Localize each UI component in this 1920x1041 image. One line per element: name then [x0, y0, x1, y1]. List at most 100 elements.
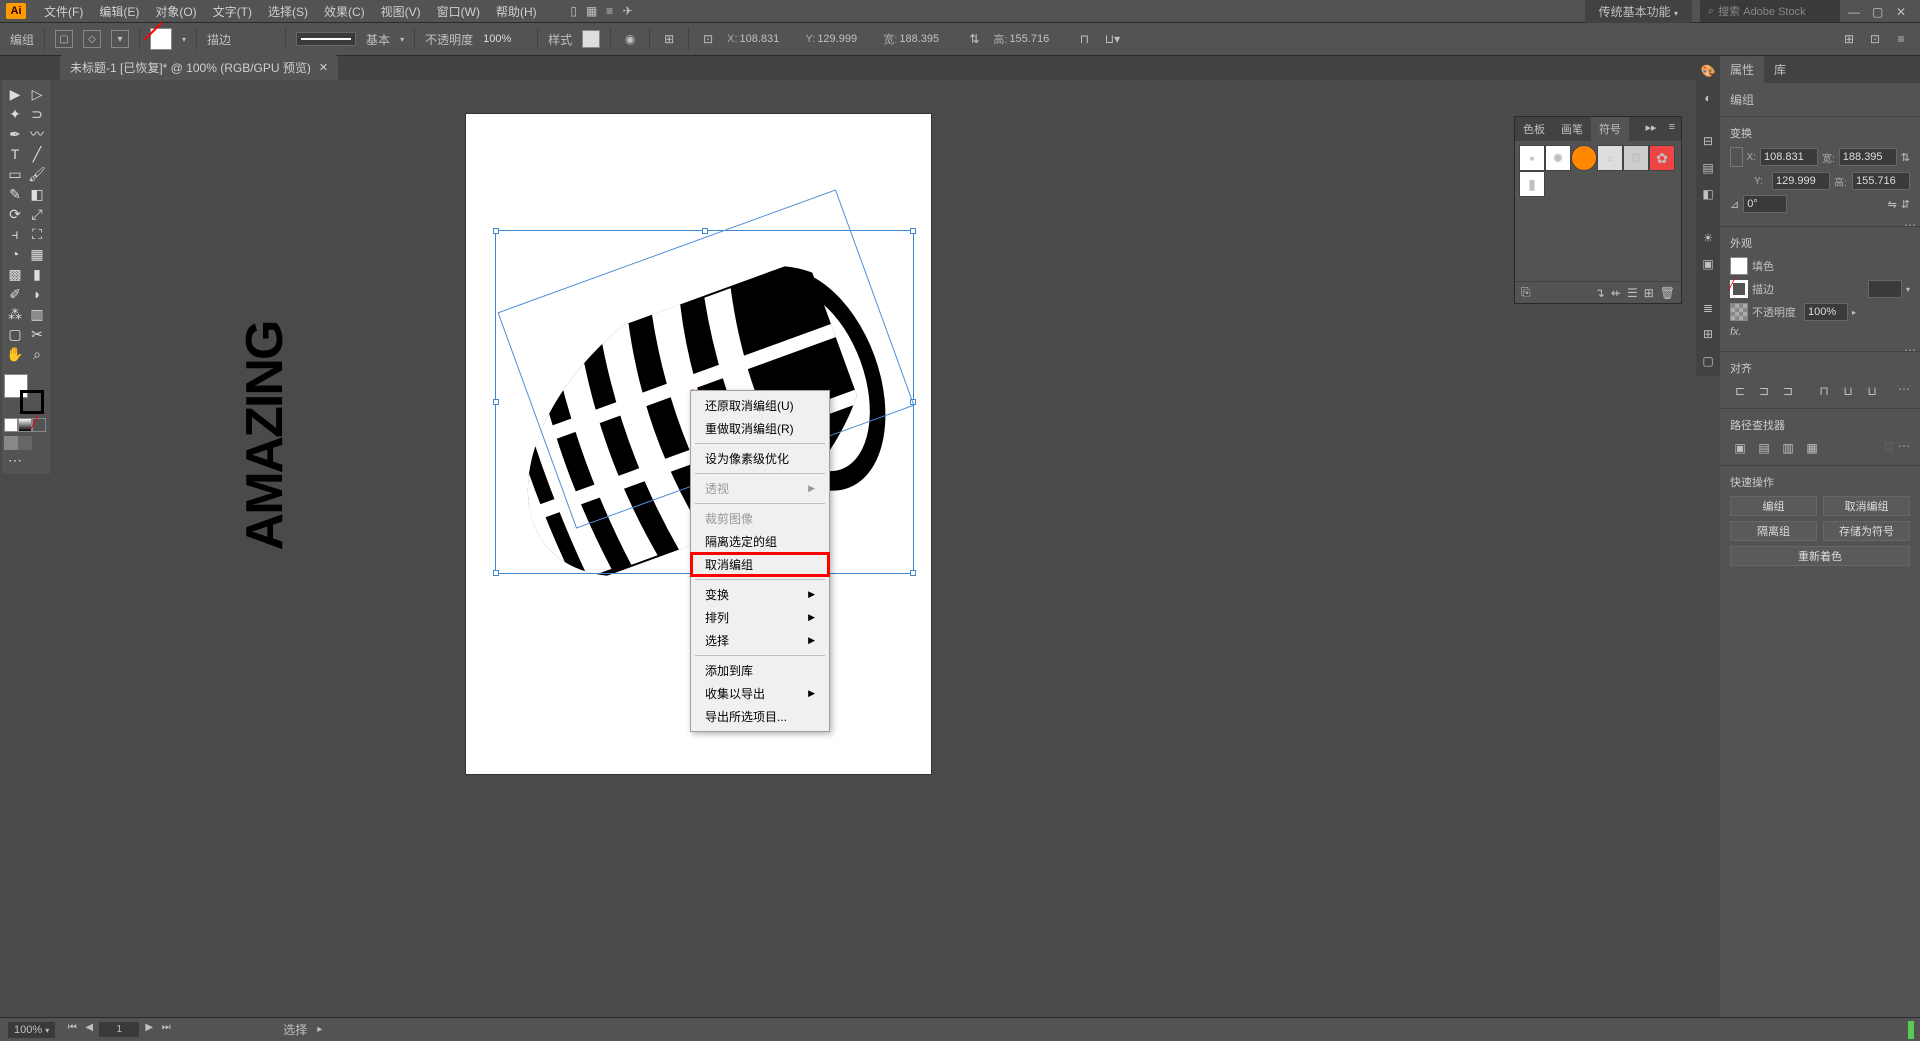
- menu-effect[interactable]: 效果(C): [316, 3, 373, 20]
- width-tool[interactable]: ⫞: [4, 224, 26, 244]
- document-tab[interactable]: 未标题-1 [已恢复]* @ 100% (RGB/GPU 预览) ✕: [60, 55, 338, 80]
- stroke-color-swatch[interactable]: ╱: [1730, 280, 1748, 298]
- more-options-icon[interactable]: ⋯: [1898, 439, 1910, 457]
- close-window-button[interactable]: ✕: [1896, 5, 1912, 17]
- menu-select[interactable]: 选择(S): [260, 3, 316, 20]
- break-link-icon[interactable]: ⇷: [1611, 286, 1621, 300]
- flip-v-icon[interactable]: ⇵: [1901, 198, 1910, 211]
- eraser-tool[interactable]: ◧: [26, 184, 48, 204]
- prop-x-input[interactable]: [1760, 148, 1818, 166]
- rotate-tool[interactable]: ⟳: [4, 204, 26, 224]
- search-stock-input[interactable]: ⌕搜索 Adobe Stock: [1700, 0, 1840, 22]
- stroke-weight-input[interactable]: [241, 30, 275, 48]
- pathfinder-minus-icon[interactable]: ▤: [1754, 439, 1774, 457]
- cm-ungroup[interactable]: 取消编组: [691, 553, 829, 576]
- tab-swatches[interactable]: 色板: [1515, 117, 1553, 141]
- opacity-input[interactable]: [483, 30, 527, 48]
- cm-arrange[interactable]: 排列▶: [691, 606, 829, 629]
- stroke-preset-label[interactable]: 基本: [366, 31, 390, 48]
- artboard-tool[interactable]: ▢: [4, 324, 26, 344]
- more-options-icon[interactable]: ⋯: [1898, 382, 1910, 400]
- transform-anchor-icon[interactable]: ⊡: [699, 30, 717, 48]
- align-right-icon[interactable]: ⊐: [1778, 382, 1798, 400]
- reference-point-icon[interactable]: [1730, 147, 1743, 167]
- align-bottom-icon[interactable]: ⊔: [1862, 382, 1882, 400]
- panel-menu-icon[interactable]: ≡: [1663, 117, 1681, 141]
- ungroup-button[interactable]: 取消编组: [1823, 496, 1910, 516]
- symbol-libraries-icon[interactable]: ⎘: [1521, 285, 1531, 300]
- hand-tool[interactable]: ✋: [4, 344, 26, 364]
- edit-contents-icon[interactable]: ◇: [83, 30, 101, 48]
- edit-toolbar-icon[interactable]: ⋯: [4, 450, 26, 470]
- slice-tool[interactable]: ✂: [26, 324, 48, 344]
- link-wh-icon[interactable]: ⇅: [1901, 151, 1910, 164]
- align-panel-icon[interactable]: ⊞: [660, 30, 678, 48]
- eyedropper-tool[interactable]: ✐: [4, 284, 26, 304]
- maximize-button[interactable]: ▢: [1872, 5, 1888, 17]
- magic-wand-tool[interactable]: ✦: [4, 104, 26, 124]
- fill-color-swatch[interactable]: [1730, 257, 1748, 275]
- cm-pixel-perfect[interactable]: 设为像素级优化: [691, 447, 829, 470]
- share-icon[interactable]: ✈: [619, 2, 637, 20]
- cm-redo-ungroup[interactable]: 重做取消编组(R): [691, 417, 829, 440]
- h-value[interactable]: 155.716: [1009, 33, 1065, 45]
- prop-w-input[interactable]: [1839, 148, 1897, 166]
- opacity-swatch-icon[interactable]: [1730, 303, 1748, 321]
- cm-select[interactable]: 选择▶: [691, 629, 829, 652]
- prop-h-input[interactable]: [1852, 172, 1910, 190]
- w-value[interactable]: 188.395: [899, 33, 955, 45]
- snap-pixel-icon[interactable]: ⊞: [1840, 30, 1858, 48]
- close-tab-icon[interactable]: ✕: [319, 61, 328, 74]
- selection-tool[interactable]: ▶: [4, 84, 26, 104]
- zoom-select[interactable]: 100% ▾: [8, 1022, 55, 1038]
- direct-selection-tool[interactable]: ▷: [26, 84, 48, 104]
- artboards-panel-icon[interactable]: ▢: [1698, 352, 1718, 370]
- touch-icon[interactable]: ▯: [565, 2, 583, 20]
- layers-panel-icon[interactable]: ≣: [1698, 299, 1718, 317]
- cm-isolate-group[interactable]: 隔离选定的组: [691, 530, 829, 553]
- menu-window[interactable]: 窗口(W): [429, 3, 488, 20]
- fx-label[interactable]: fx.: [1730, 326, 1742, 338]
- menu-type[interactable]: 文字(T): [205, 3, 260, 20]
- opacity-prop-input[interactable]: [1804, 303, 1848, 321]
- tab-symbols[interactable]: 符号: [1591, 117, 1629, 141]
- paintbrush-tool[interactable]: 🖌: [26, 164, 48, 184]
- snap-options-icon[interactable]: ⊡: [1866, 30, 1884, 48]
- pathfinder-intersect-icon[interactable]: ▥: [1778, 439, 1798, 457]
- symbol-item[interactable]: ⚙: [1623, 145, 1649, 171]
- symbol-sprayer-tool[interactable]: ⁂: [4, 304, 26, 324]
- symbol-item[interactable]: ▪: [1519, 145, 1545, 171]
- rectangle-tool[interactable]: ▭: [4, 164, 26, 184]
- save-symbol-button[interactable]: 存储为符号: [1823, 521, 1910, 541]
- first-artboard-icon[interactable]: ⏮: [65, 1022, 79, 1037]
- recolor-icon[interactable]: ◉: [621, 30, 639, 48]
- appearance-panel-icon[interactable]: ☀: [1698, 229, 1718, 247]
- graph-tool[interactable]: ▥: [26, 304, 48, 324]
- stroke-weight-prop-input[interactable]: [1868, 280, 1902, 298]
- tab-properties[interactable]: 属性: [1720, 56, 1764, 83]
- symbol-item[interactable]: ✹: [1545, 145, 1571, 171]
- style-label[interactable]: 样式: [548, 31, 572, 48]
- symbol-item[interactable]: ✿: [1649, 145, 1675, 171]
- prop-rotation-input[interactable]: [1743, 195, 1787, 213]
- line-tool[interactable]: ╱: [26, 144, 48, 164]
- prev-artboard-icon[interactable]: ◀: [82, 1022, 96, 1037]
- cm-export-selection[interactable]: 导出所选项目...: [691, 705, 829, 728]
- symbol-item[interactable]: ▫: [1597, 145, 1623, 171]
- fill-stroke-control[interactable]: [4, 374, 44, 414]
- color-mode-row[interactable]: ╱: [4, 418, 48, 432]
- workspace-switcher[interactable]: 传统基本功能 ▾: [1585, 0, 1692, 23]
- x-value[interactable]: 108.831: [740, 33, 796, 45]
- graphic-styles-icon[interactable]: ▣: [1698, 255, 1718, 273]
- menu-edit[interactable]: 编辑(E): [91, 3, 147, 20]
- menu-help[interactable]: 帮助(H): [488, 3, 545, 20]
- color-guide-icon[interactable]: ◐: [1698, 88, 1718, 106]
- screen-mode-row[interactable]: [4, 436, 48, 450]
- graphic-style-swatch[interactable]: [582, 30, 600, 48]
- pathfinder-unite-icon[interactable]: ▣: [1730, 439, 1750, 457]
- cm-undo-ungroup[interactable]: 还原取消编组(U): [691, 394, 829, 417]
- stroke-panel-icon[interactable]: ⊟: [1698, 132, 1718, 150]
- prop-y-input[interactable]: [1772, 172, 1830, 190]
- menu-file[interactable]: 文件(F): [36, 3, 91, 20]
- delete-symbol-icon[interactable]: 🗑: [1660, 286, 1675, 300]
